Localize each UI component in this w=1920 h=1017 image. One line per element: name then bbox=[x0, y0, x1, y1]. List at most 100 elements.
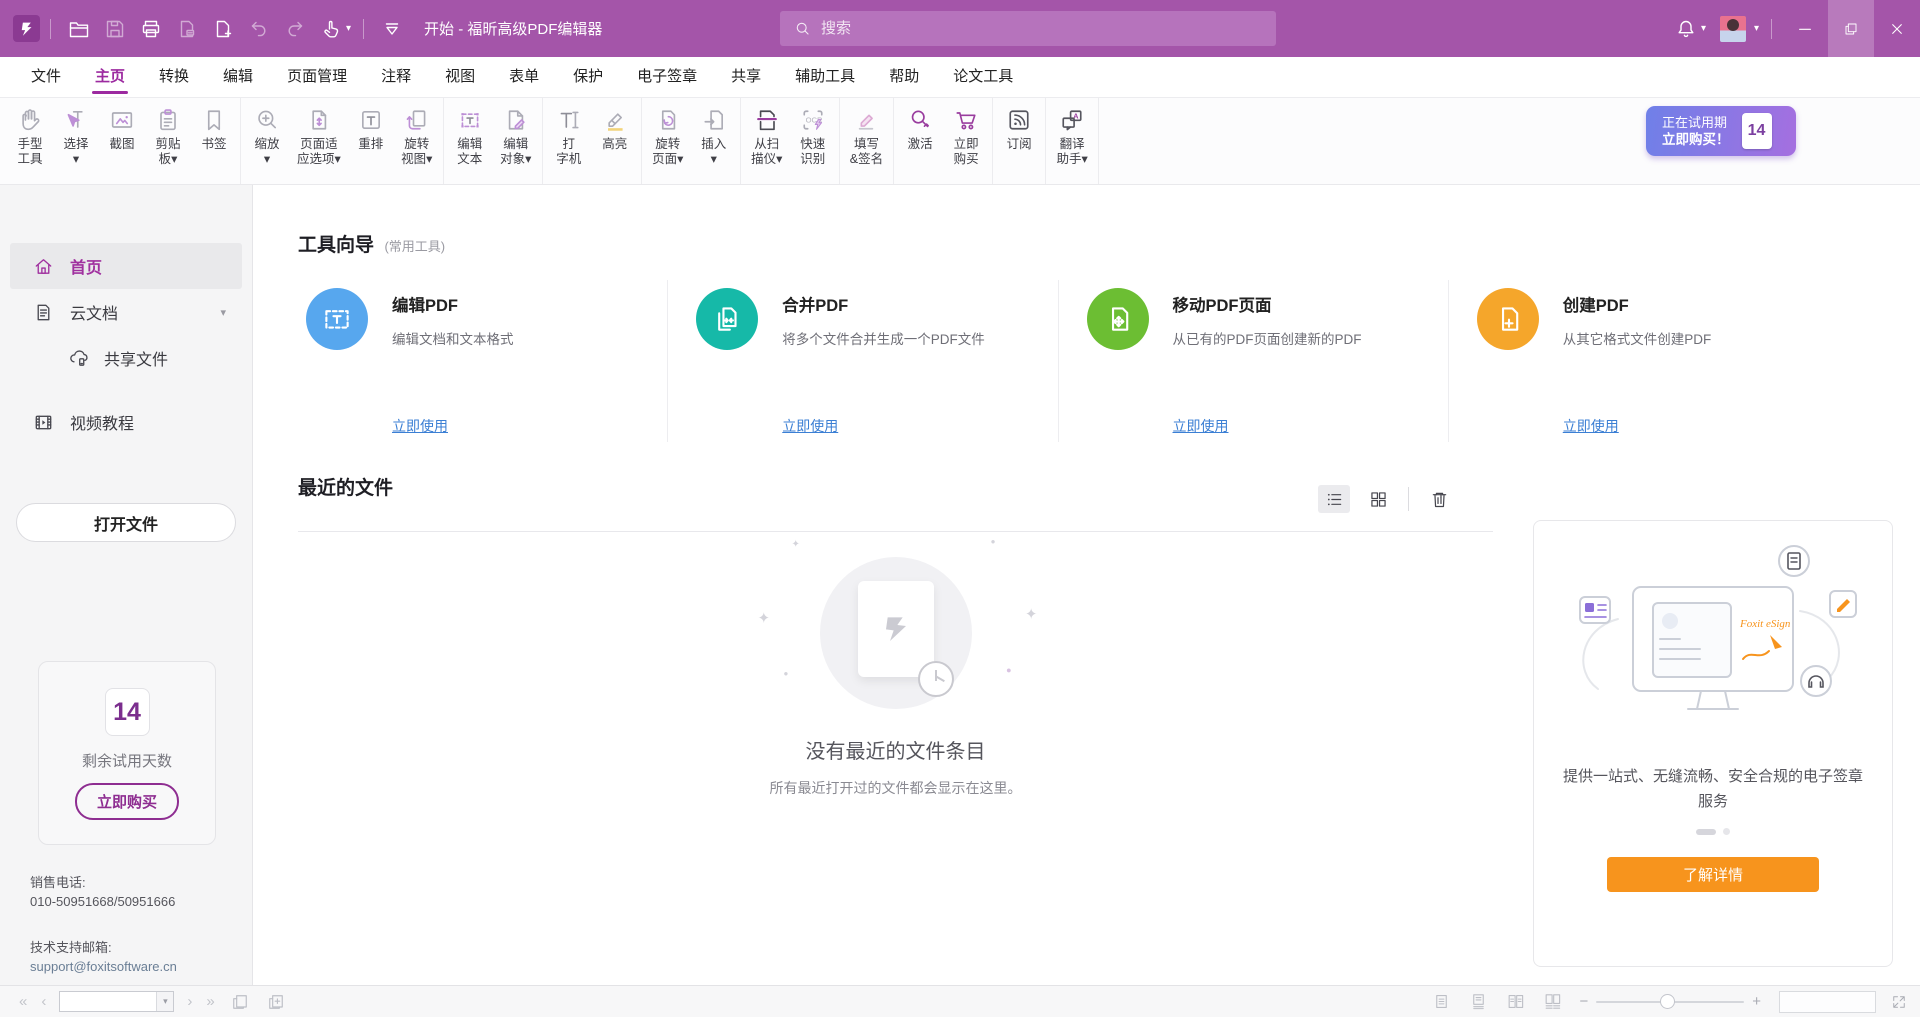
menu-tab-2[interactable]: 转换 bbox=[142, 57, 206, 98]
rotate-pages-tool[interactable]: 旋转页面▾ bbox=[645, 104, 691, 169]
rotate-view-tool[interactable]: 旋转视图▾ bbox=[394, 104, 440, 169]
typewriter-tool[interactable]: 打字机 bbox=[546, 104, 592, 169]
menu-tab-13[interactable]: 论文工具 bbox=[936, 57, 1030, 98]
menu-tab-4[interactable]: 页面管理 bbox=[270, 57, 364, 98]
hand-pointer-icon[interactable] bbox=[319, 17, 343, 41]
status-bar: « ‹ ▾ › » − + ▾ bbox=[0, 985, 1920, 1017]
first-page-button[interactable]: « bbox=[19, 994, 27, 1009]
snapshot-pages-icon[interactable] bbox=[230, 992, 250, 1012]
open-file-icon[interactable] bbox=[67, 17, 91, 41]
menu-tab-1[interactable]: 主页 bbox=[78, 57, 142, 98]
menu-tab-11[interactable]: 辅助工具 bbox=[778, 57, 872, 98]
snapshot-tool[interactable]: 截图 bbox=[99, 104, 145, 154]
notifications-bell-icon[interactable] bbox=[1674, 17, 1698, 41]
menu-tab-12[interactable]: 帮助 bbox=[872, 57, 936, 98]
page-number-dropdown[interactable]: ▾ bbox=[156, 992, 173, 1011]
sidebar-item-home[interactable]: 首页 bbox=[10, 243, 242, 289]
use-now-link[interactable]: 立即使用 bbox=[1173, 416, 1229, 436]
trial-days-remaining: 14 bbox=[105, 688, 150, 736]
buy-now-button[interactable]: 立即购买 bbox=[75, 783, 179, 820]
zoom-out-button[interactable]: − bbox=[1579, 993, 1588, 1010]
menu-tab-7[interactable]: 表单 bbox=[492, 57, 556, 98]
cart-tool[interactable]: 立即购买 bbox=[943, 104, 989, 169]
hand-tool-tool[interactable]: 手型工具 bbox=[7, 104, 53, 169]
sidebar-item-cloud-docs[interactable]: 云文档▾ bbox=[10, 289, 242, 335]
menu-tab-5[interactable]: 注释 bbox=[364, 57, 428, 98]
carousel-dot[interactable] bbox=[1723, 828, 1730, 835]
minimize-button[interactable] bbox=[1782, 0, 1828, 57]
save-icon[interactable] bbox=[103, 17, 127, 41]
highlight-tool[interactable]: 高亮 bbox=[592, 104, 638, 154]
zoom-in-button[interactable]: + bbox=[1752, 993, 1761, 1010]
sidebar-item-video-tutorials[interactable]: 视频教程 bbox=[10, 399, 242, 445]
tool-label: 工具 bbox=[17, 152, 42, 167]
fullscreen-icon[interactable] bbox=[1890, 993, 1908, 1011]
support-email-address[interactable]: support@foxitsoftware.cn bbox=[30, 957, 177, 976]
clear-recent-button[interactable] bbox=[1423, 485, 1455, 513]
trial-period-badge[interactable]: 正在试用期 立即购买！ 14 bbox=[1646, 106, 1796, 156]
search-input[interactable] bbox=[821, 20, 1241, 37]
menu-tab-0[interactable]: 文件 bbox=[14, 57, 78, 98]
ribbon-group-3: 打字机高亮 bbox=[543, 98, 642, 184]
menu-tab-10[interactable]: 共享 bbox=[714, 57, 778, 98]
close-button[interactable] bbox=[1874, 0, 1920, 57]
sparkle-icon: ✦ bbox=[1025, 605, 1038, 623]
open-file-button[interactable]: 打开文件 bbox=[16, 503, 236, 542]
chevron-down-icon[interactable]: ▾ bbox=[220, 306, 226, 319]
sidebar-item-shared-files[interactable]: 共享文件 bbox=[10, 335, 242, 381]
use-now-link[interactable]: 立即使用 bbox=[782, 416, 838, 436]
translate-tool[interactable]: A翻译助手▾ bbox=[1049, 104, 1095, 169]
zoom-tool-tool[interactable]: 缩放▾ bbox=[244, 104, 290, 169]
learn-more-button[interactable]: 了解详情 bbox=[1607, 857, 1819, 892]
clipboard-tool[interactable]: 剪贴板▾ bbox=[145, 104, 191, 169]
facing-continuous-view-icon[interactable] bbox=[1543, 992, 1562, 1011]
new-page-icon[interactable] bbox=[211, 17, 235, 41]
last-page-button[interactable]: » bbox=[206, 994, 214, 1009]
insert-pages-tool[interactable]: 插入▾ bbox=[691, 104, 737, 169]
zoom-slider-handle[interactable] bbox=[1660, 994, 1675, 1009]
use-now-link[interactable]: 立即使用 bbox=[1563, 416, 1619, 436]
use-now-link[interactable]: 立即使用 bbox=[392, 416, 448, 436]
subscribe-tool[interactable]: 订阅 bbox=[996, 104, 1042, 154]
trial-badge-line2: 立即购买！ bbox=[1662, 132, 1730, 147]
user-avatar[interactable] bbox=[1720, 16, 1746, 42]
redo-icon[interactable] bbox=[283, 17, 307, 41]
single-page-view-icon[interactable] bbox=[1432, 992, 1451, 1011]
fill-sign-tool[interactable]: 填写&签名 bbox=[843, 104, 890, 169]
scanner-tool[interactable]: 从扫描仪▾ bbox=[744, 104, 790, 169]
edit-text-tool[interactable]: 编辑文本 bbox=[447, 104, 493, 169]
menu-tab-8[interactable]: 保护 bbox=[556, 57, 620, 98]
divider bbox=[363, 19, 364, 39]
hand-pointer-dropdown[interactable]: ▾ bbox=[346, 23, 351, 34]
edit-object-tool[interactable]: 编辑对象▾ bbox=[493, 104, 539, 169]
previous-page-button[interactable]: ‹ bbox=[41, 994, 46, 1009]
activate-tool[interactable]: 激活 bbox=[897, 104, 943, 154]
ocr-tool[interactable]: OCR快速识别 bbox=[790, 104, 836, 169]
undo-icon[interactable] bbox=[247, 17, 271, 41]
collapse-ribbon-icon[interactable] bbox=[380, 17, 404, 41]
copy-pages-icon[interactable] bbox=[266, 992, 286, 1012]
carousel-dots bbox=[1534, 828, 1892, 835]
menu-tab-6[interactable]: 视图 bbox=[428, 57, 492, 98]
notifications-dropdown[interactable]: ▾ bbox=[1701, 23, 1706, 34]
paste-page-icon[interactable] bbox=[175, 17, 199, 41]
grid-view-button[interactable] bbox=[1362, 485, 1394, 513]
bookmark-tool[interactable]: 书签 bbox=[191, 104, 237, 154]
page-number-input[interactable] bbox=[60, 992, 156, 1011]
print-icon[interactable] bbox=[139, 17, 163, 41]
facing-view-icon[interactable] bbox=[1506, 992, 1525, 1011]
search-box[interactable] bbox=[780, 11, 1276, 46]
ribbon-group-0: 手型工具选择▾截图剪贴板▾书签 bbox=[4, 98, 241, 184]
reflow-tool[interactable]: 重排 bbox=[348, 104, 394, 154]
carousel-dot-active[interactable] bbox=[1696, 829, 1716, 835]
list-view-button[interactable] bbox=[1318, 485, 1350, 513]
next-page-button[interactable]: › bbox=[187, 994, 192, 1009]
select-tool-tool[interactable]: 选择▾ bbox=[53, 104, 99, 169]
zoom-slider[interactable] bbox=[1596, 1001, 1744, 1003]
menu-tab-9[interactable]: 电子签章 bbox=[620, 57, 714, 98]
account-dropdown[interactable]: ▾ bbox=[1754, 23, 1759, 34]
restore-button[interactable] bbox=[1828, 0, 1874, 57]
continuous-view-icon[interactable] bbox=[1469, 992, 1488, 1011]
fit-page-tool[interactable]: 页面适应选项▾ bbox=[290, 104, 348, 169]
menu-tab-3[interactable]: 编辑 bbox=[206, 57, 270, 98]
